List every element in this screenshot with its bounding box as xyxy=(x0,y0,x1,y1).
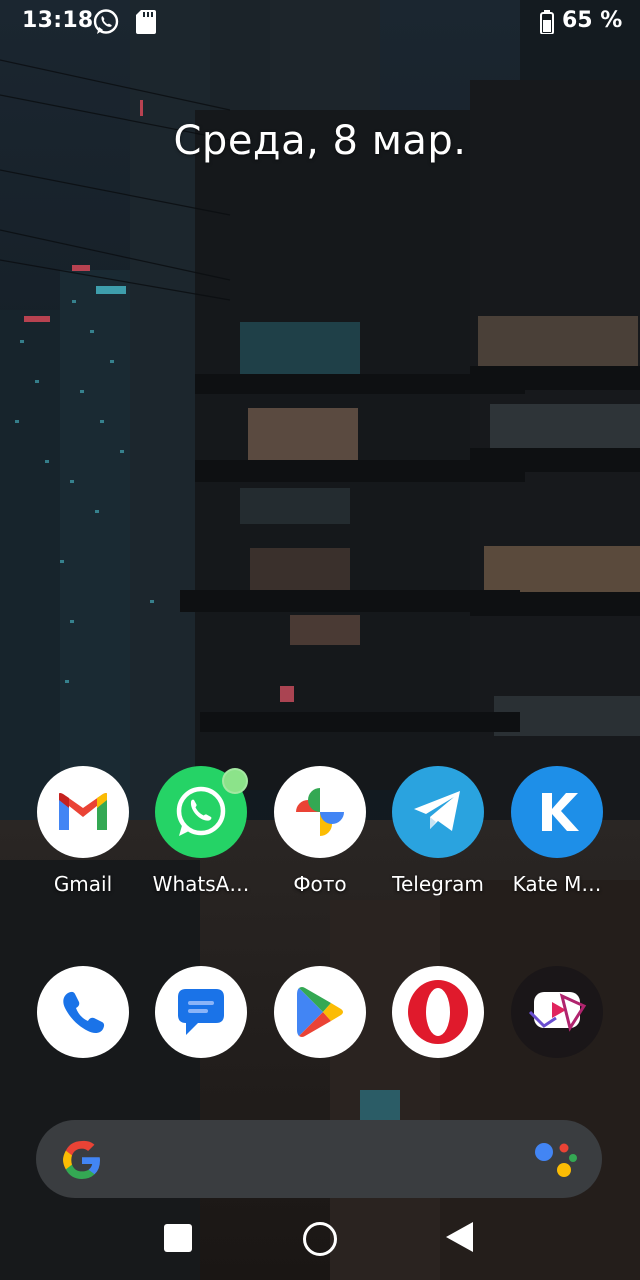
google-g-icon[interactable] xyxy=(60,1138,104,1182)
app-label: Kate M… xyxy=(512,872,602,896)
app-label: WhatsA… xyxy=(152,872,250,896)
battery-icon xyxy=(540,10,554,34)
google-photos-icon xyxy=(274,766,366,858)
app-label: Gmail xyxy=(53,872,113,896)
app-google-photos[interactable]: Фото xyxy=(261,766,379,896)
app-telegram[interactable]: Telegram xyxy=(379,766,497,896)
app-label: Telegram xyxy=(392,872,484,896)
app-gmail[interactable]: Gmail xyxy=(24,766,142,896)
clock: 13:18 xyxy=(22,8,94,33)
google-assistant-icon[interactable] xyxy=(534,1140,578,1180)
gmail-icon xyxy=(37,766,129,858)
app-messages[interactable] xyxy=(142,966,260,1058)
whatsapp-icon xyxy=(93,9,119,34)
app-whatsapp[interactable]: WhatsA… xyxy=(142,766,260,896)
app-phone[interactable] xyxy=(24,966,142,1058)
back-button[interactable] xyxy=(446,1222,473,1252)
app-kate-mobile[interactable]: Kate M… xyxy=(498,766,616,896)
messages-icon xyxy=(155,966,247,1058)
wallpaper xyxy=(0,0,640,1280)
opera-icon xyxy=(392,966,484,1058)
status-bar: 13:18 65 % xyxy=(0,0,640,44)
play-store-icon xyxy=(274,966,366,1058)
date-widget[interactable]: Среда, 8 мар. xyxy=(0,118,640,164)
app-opera[interactable] xyxy=(379,966,497,1058)
sd-card-icon xyxy=(136,10,156,34)
notification-dot xyxy=(222,768,248,794)
phone-icon xyxy=(37,966,129,1058)
google-search-bar[interactable] xyxy=(36,1120,602,1198)
navigation-bar xyxy=(0,1210,640,1280)
app-label: Фото xyxy=(293,872,347,896)
app-video-player[interactable] xyxy=(498,966,616,1058)
kate-mobile-icon xyxy=(511,766,603,858)
recents-button[interactable] xyxy=(164,1224,192,1252)
video-player-icon xyxy=(511,966,603,1058)
app-play-store[interactable] xyxy=(261,966,379,1058)
battery-percent: 65 % xyxy=(562,8,623,33)
telegram-icon xyxy=(392,766,484,858)
home-button[interactable] xyxy=(303,1222,337,1256)
